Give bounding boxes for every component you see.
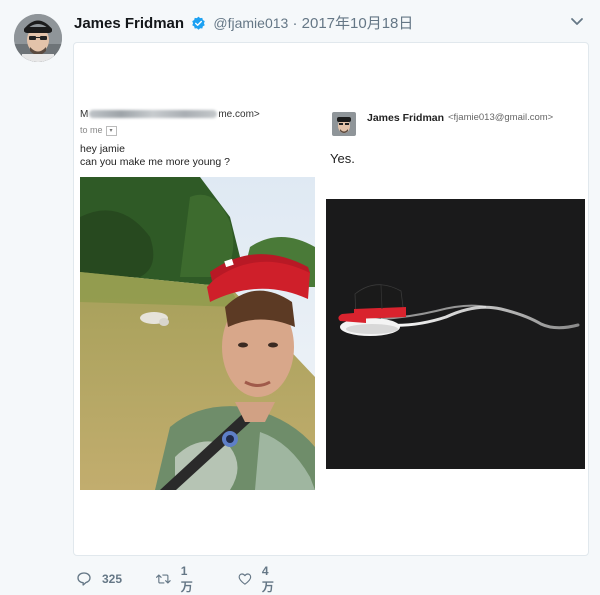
reply-button[interactable]: 325 [76,570,122,588]
reply-sender-email: <fjamie013@gmail.com> [448,112,554,123]
author-avatar-image [14,14,62,62]
like-icon [238,573,252,585]
reply-sender-name: James Fridman [367,112,445,124]
retweet-button[interactable]: 1万 [156,564,196,594]
edited-image [326,199,585,469]
selfie-photo [80,177,315,490]
reply-message: Yes. [330,151,355,166]
request-message-line-1: hey jamie [80,143,125,155]
chevron-down-icon[interactable] [568,12,586,30]
separator-dot: · [292,15,298,32]
retweet-count: 1万 [180,563,193,594]
dropdown-arrow-icon: ▾ [105,125,117,136]
sender-email-line: Mme.com> [80,109,260,120]
author-name[interactable]: James Fridman [74,15,184,32]
like-count: 4万 [261,563,274,594]
recipient-label: to me [80,125,103,135]
reply-sender-avatar [332,112,356,136]
retweet-icon [156,574,171,584]
sender-email-suffix: me.com> [218,109,260,120]
tweet-header: James Fridman @fjamie013 · 2017年10月18日 [74,12,413,35]
like-button[interactable]: 4万 [238,564,277,594]
tweet-date[interactable]: 2017年10月18日 [302,15,414,32]
author-avatar[interactable] [14,14,62,62]
reply-icon [77,572,91,586]
recipient-line: to me ▾ [80,125,117,136]
sender-email-prefix: M [80,109,89,120]
tweet-media[interactable]: Mme.com> to me ▾ hey jamie can you make m… [73,42,589,556]
request-message-line-2: can you make me more young ? [80,156,230,168]
author-handle[interactable]: @fjamie013 [213,15,288,31]
redacted-email-blur [89,110,218,119]
verified-badge-icon [191,16,206,35]
reply-count: 325 [102,572,123,586]
tweet: James Fridman @fjamie013 · 2017年10月18日 M… [0,0,600,594]
